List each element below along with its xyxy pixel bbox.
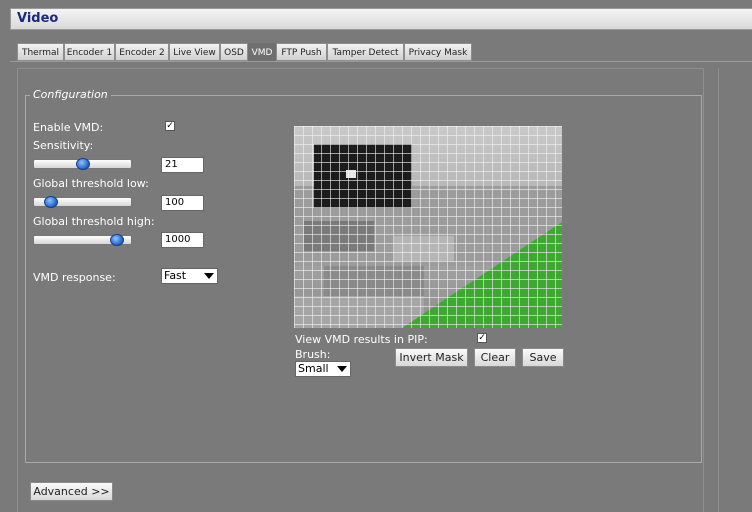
threshold-high-slider-knob[interactable]	[110, 234, 124, 246]
tab-osd[interactable]: OSD	[220, 43, 248, 61]
threshold-low-slider-knob[interactable]	[44, 196, 58, 208]
threshold-high-input[interactable]: 1000	[161, 232, 204, 248]
tab-thermal[interactable]: Thermal	[17, 43, 64, 61]
tab-encoder-2[interactable]: Encoder 2	[115, 43, 169, 61]
thermal-image	[294, 126, 562, 328]
brush-value: Small	[298, 362, 329, 375]
sensitivity-slider-knob[interactable]	[76, 158, 90, 170]
chevron-down-icon	[204, 273, 214, 279]
brush-select[interactable]: Small	[295, 361, 351, 377]
invert-mask-button[interactable]: Invert Mask	[395, 348, 468, 367]
enable-vmd-label: Enable VMD:	[33, 121, 104, 134]
right-strip	[718, 68, 752, 512]
threshold-high-label: Global threshold high:	[33, 215, 155, 228]
advanced-button[interactable]: Advanced >>	[30, 482, 113, 501]
tab-tamper-detect[interactable]: Tamper Detect	[327, 43, 404, 61]
tab-encoder-1[interactable]: Encoder 1	[64, 43, 115, 61]
vmd-response-value: Fast	[164, 269, 187, 282]
tab-bar: Thermal Encoder 1 Encoder 2 Live View OS…	[10, 30, 752, 62]
threshold-high-slider[interactable]	[33, 234, 132, 246]
vmd-response-label: VMD response:	[33, 271, 116, 284]
checkmark-icon: ✓	[478, 333, 486, 343]
pip-checkbox[interactable]: ✓	[477, 333, 487, 343]
chevron-down-icon	[337, 366, 347, 372]
tab-privacy-mask[interactable]: Privacy Mask	[404, 43, 472, 61]
clear-button[interactable]: Clear	[474, 348, 516, 367]
brush-label: Brush:	[295, 348, 331, 361]
threshold-low-label: Global threshold low:	[33, 177, 149, 190]
mask-grid	[294, 126, 562, 328]
window-title: Video	[17, 11, 59, 26]
sensitivity-label: Sensitivity:	[33, 139, 94, 152]
sensitivity-input[interactable]: 21	[161, 157, 204, 173]
tab-vmd[interactable]: VMD	[248, 43, 276, 61]
pip-label: View VMD results in PIP:	[295, 333, 428, 346]
window-title-bar: Video	[10, 8, 752, 30]
vmd-response-select[interactable]: Fast	[161, 268, 218, 284]
vmd-mask-preview[interactable]	[294, 126, 562, 328]
checkmark-icon: ✓	[166, 121, 174, 131]
enable-vmd-checkbox[interactable]: ✓	[165, 121, 175, 131]
sensitivity-slider[interactable]	[33, 158, 132, 170]
configuration-legend: Configuration	[30, 88, 111, 101]
threshold-low-input[interactable]: 100	[161, 195, 204, 211]
tab-live-view[interactable]: Live View	[169, 43, 220, 61]
save-button[interactable]: Save	[522, 348, 564, 367]
tab-ftp-push[interactable]: FTP Push	[276, 43, 327, 61]
tab-divider	[10, 61, 752, 62]
threshold-low-slider[interactable]	[33, 196, 132, 208]
